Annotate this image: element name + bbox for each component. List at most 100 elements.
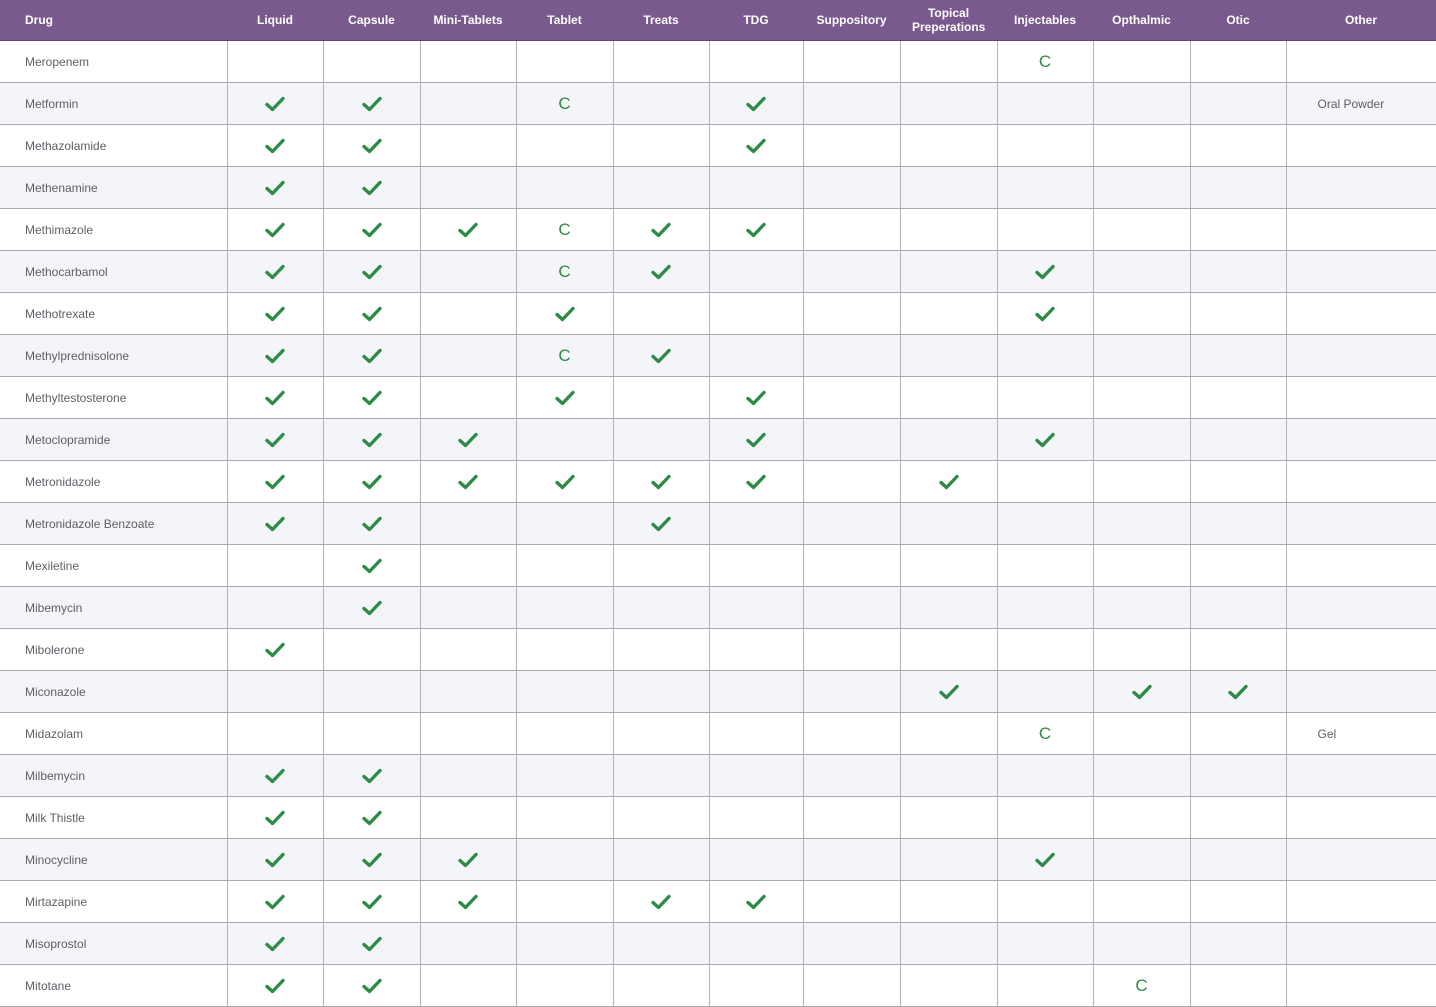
cell-otic (1189, 712, 1286, 755)
cell-mini-tablets (419, 124, 516, 167)
check-icon (746, 474, 766, 490)
drug-name-cell: Metronidazole Benzoate (0, 502, 227, 545)
cell-opthalmic (1092, 376, 1190, 419)
cell-mini-tablets (419, 250, 516, 293)
c-mark: C (558, 262, 571, 281)
cell-tdg (708, 166, 803, 209)
cell-treats (612, 82, 709, 125)
cell-liquid (226, 880, 323, 923)
cell-mini-tablets (419, 712, 516, 755)
cell-tablet (515, 502, 613, 545)
cell-liquid (226, 712, 323, 755)
check-icon (651, 222, 671, 238)
cell-topical-preperations (899, 544, 997, 587)
cell-capsule (322, 880, 420, 923)
cell-liquid (226, 124, 323, 167)
cell-treats (612, 796, 709, 839)
cell-otic (1189, 964, 1286, 1007)
cell-liquid (226, 670, 323, 713)
cell-tablet (515, 544, 613, 587)
cell-mini-tablets (419, 880, 516, 923)
cell-otic (1189, 82, 1286, 125)
check-icon (458, 894, 478, 910)
check-icon (361, 96, 382, 112)
column-header-drug: Drug (0, 0, 227, 41)
table-row: Methimazole C (0, 208, 1436, 251)
cell-tdg (708, 838, 803, 881)
cell-mini-tablets (419, 838, 516, 881)
cell-treats (612, 754, 709, 797)
cell-topical-preperations (899, 82, 997, 125)
cell-capsule (322, 586, 420, 629)
check-icon (361, 516, 382, 532)
cell-treats (612, 124, 709, 167)
check-icon (554, 390, 575, 406)
column-header-mini-tablets: Mini-Tablets (420, 0, 516, 41)
check-icon (651, 474, 671, 490)
cell-opthalmic (1092, 124, 1190, 167)
cell-opthalmic (1092, 880, 1190, 923)
cell-otic (1189, 754, 1286, 797)
cell-capsule (322, 334, 420, 377)
column-header-capsule: Capsule (323, 0, 420, 41)
cell-liquid (226, 628, 323, 671)
cell-liquid (226, 796, 323, 839)
cell-injectables (996, 838, 1093, 881)
cell-capsule (322, 838, 420, 881)
cell-treats (612, 40, 709, 83)
check-icon (458, 474, 478, 490)
check-icon (361, 894, 382, 910)
cell-topical-preperations (899, 964, 997, 1007)
drug-name-cell: Mirtazapine (0, 880, 227, 923)
table-row: Metronidazole Benzoate (0, 502, 1436, 545)
cell-tdg (708, 964, 803, 1007)
cell-mini-tablets (419, 544, 516, 587)
check-icon (265, 264, 285, 280)
cell-opthalmic (1092, 922, 1190, 965)
cell-liquid (226, 544, 323, 587)
cell-tablet (515, 712, 613, 755)
table-row: Mibolerone (0, 628, 1436, 671)
check-icon (265, 474, 285, 490)
cell-mini-tablets (419, 376, 516, 419)
table-header: Drug Liquid Capsule Mini-Tablets Tablet Treat… (0, 0, 1436, 41)
cell-opthalmic (1092, 544, 1190, 587)
check-icon (265, 978, 285, 994)
cell-treats (612, 292, 709, 335)
check-icon (265, 96, 285, 112)
check-icon (265, 852, 285, 868)
other-cell (1285, 418, 1436, 461)
cell-otic (1189, 40, 1286, 83)
check-icon (265, 894, 285, 910)
cell-tdg (708, 208, 803, 251)
check-icon (361, 600, 382, 616)
table-row: Metronidazole (0, 460, 1436, 503)
cell-topical-preperations (899, 502, 997, 545)
cell-mini-tablets (419, 670, 516, 713)
cell-opthalmic (1092, 334, 1190, 377)
cell-treats (612, 166, 709, 209)
other-cell: Oral Powder (1285, 82, 1436, 125)
cell-injectables: C (996, 40, 1093, 83)
drug-name-cell: Methenamine (0, 166, 227, 209)
cell-capsule (322, 208, 420, 251)
check-icon (361, 852, 382, 868)
check-icon (746, 96, 766, 112)
other-cell: Gel (1285, 712, 1436, 755)
cell-opthalmic (1092, 82, 1190, 125)
cell-topical-preperations (899, 460, 997, 503)
check-icon (265, 810, 285, 826)
check-icon (265, 642, 285, 658)
cell-capsule (322, 712, 420, 755)
column-header-tablet: Tablet (516, 0, 613, 41)
cell-otic (1189, 166, 1286, 209)
cell-treats (612, 712, 709, 755)
cell-topical-preperations (899, 796, 997, 839)
other-cell (1285, 124, 1436, 167)
check-icon (265, 138, 285, 154)
cell-liquid (226, 82, 323, 125)
cell-treats (612, 922, 709, 965)
cell-tablet: C (515, 208, 613, 251)
cell-tablet (515, 880, 613, 923)
cell-liquid (226, 586, 323, 629)
